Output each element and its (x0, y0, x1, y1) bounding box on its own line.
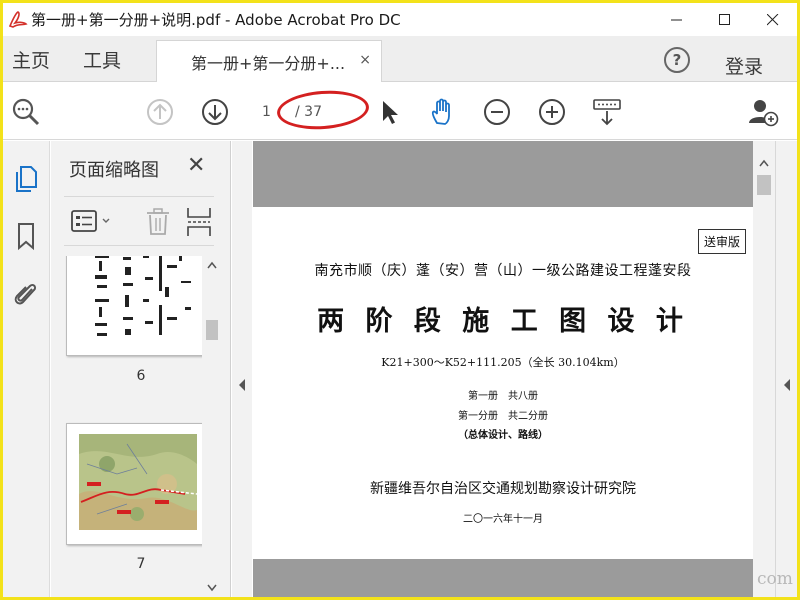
extract-page-icon[interactable] (186, 207, 212, 241)
menu-tools[interactable]: 工具 (83, 46, 121, 73)
help-icon[interactable]: ? (664, 47, 690, 73)
title-bar: 第一册+第一分册+说明.pdf - Adobe Acrobat Pro DC (3, 3, 797, 36)
pdf-page: 送审版 南充市顺（庆）蓬（安）营（山）一级公路建设工程蓬安段 两 阶 段 施 工… (253, 207, 753, 559)
thumbnail-page-6[interactable] (66, 256, 204, 356)
chainage-range: K21+300～K52+111.205（全长 30.104km） (381, 356, 625, 369)
menu-bar: 主页 工具 第一册+第一分册+... × ? 登录 (3, 36, 797, 82)
project-subtitle: 南充市顺（庆）蓬（安）营（山）一级公路建设工程蓬安段 (314, 263, 692, 279)
annotation-circle (275, 87, 371, 133)
tab-close-icon[interactable]: × (359, 52, 371, 68)
attachment-icon[interactable] (12, 279, 40, 309)
bookmark-icon[interactable] (12, 221, 40, 251)
document-date: 二〇一六年十一月 (463, 514, 543, 525)
panel-title: 页面缩略图 (69, 160, 159, 181)
toolbar: 1 / 37 (3, 82, 797, 140)
window-title: 第一册+第一分册+说明.pdf - Adobe Acrobat Pro DC (31, 11, 401, 29)
add-user-icon[interactable] (748, 97, 779, 127)
current-page-input[interactable]: 1 (262, 104, 271, 120)
delete-icon[interactable] (146, 208, 170, 240)
login-button[interactable]: 登录 (725, 52, 763, 79)
maximize-button[interactable] (701, 3, 749, 36)
organization-name: 新疆维吾尔自治区交通规划勘察设计研究院 (370, 481, 636, 497)
document-view[interactable]: 送审版 南充市顺（庆）蓬（安）营（山）一级公路建设工程蓬安段 两 阶 段 施 工… (253, 141, 753, 597)
options-menu-icon[interactable] (71, 209, 115, 239)
thumbnail-panel: 页面缩略图 ✕ 6 7 (51, 141, 231, 597)
zoom-out-icon[interactable] (482, 97, 512, 127)
zoom-search-icon[interactable] (11, 97, 41, 127)
acrobat-logo-icon (7, 9, 29, 31)
content-info: （总体设计、路线） (458, 430, 548, 441)
select-cursor-icon[interactable] (375, 97, 405, 127)
document-tab-label: 第一册+第一分册+... (191, 53, 346, 73)
right-panel-expand-strip[interactable] (775, 141, 797, 597)
document-scrollbar[interactable] (753, 141, 775, 597)
menu-home[interactable]: 主页 (12, 46, 50, 73)
panel-close-icon[interactable]: ✕ (187, 153, 205, 178)
left-panel-collapse-strip[interactable] (232, 141, 252, 597)
thumbnail-page-7[interactable] (66, 423, 204, 545)
volume-info: 第一册 共八册 (468, 391, 538, 402)
review-stamp: 送审版 (698, 229, 747, 254)
zoom-in-icon[interactable] (537, 97, 567, 127)
minimize-button[interactable] (653, 3, 701, 36)
acrobat-window: 第一册+第一分册+说明.pdf - Adobe Acrobat Pro DC 主… (3, 3, 797, 597)
hand-tool-icon[interactable] (428, 97, 458, 127)
thumbnail-scrollbar[interactable] (202, 256, 222, 597)
left-navigation-rail (3, 141, 50, 597)
page-down-icon[interactable] (200, 97, 230, 127)
watermark-text: com (757, 569, 793, 589)
subvolume-info: 第一分册 共二分册 (458, 411, 548, 422)
panel-toolbar (64, 196, 214, 246)
page-up-icon[interactable] (145, 97, 175, 127)
keyboard-scroll-icon[interactable] (591, 97, 625, 127)
document-title: 两 阶 段 施 工 图 设 计 (317, 306, 689, 337)
document-tab[interactable]: 第一册+第一分册+... × (156, 40, 382, 82)
pages-icon[interactable] (12, 163, 40, 193)
close-button[interactable] (749, 3, 797, 36)
